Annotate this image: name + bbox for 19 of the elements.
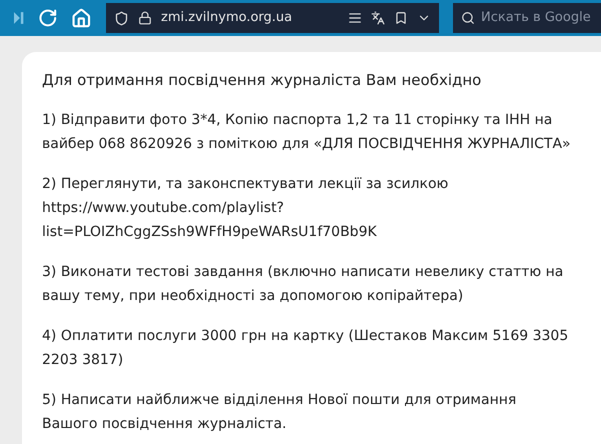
- instruction-step: 4) Оплатити послуги 3000 грн на картку (Шестаков Максим 5169 3305 2203 3817): [42, 324, 575, 372]
- sidebar-toggle-icon[interactable]: [14, 11, 24, 25]
- translate-icon[interactable]: [371, 11, 385, 25]
- search-field[interactable]: Искать в Google: [453, 3, 601, 33]
- address-bar[interactable]: zmi.zvilnymo.org.ua: [106, 3, 439, 33]
- reader-view-icon[interactable]: [348, 11, 362, 25]
- url-text: zmi.zvilnymo.org.ua: [161, 9, 294, 28]
- reload-icon[interactable]: [38, 8, 58, 28]
- shield-icon[interactable]: [114, 10, 130, 26]
- search-input[interactable]: Искать в Google: [481, 8, 601, 28]
- instruction-step: 1) Відправити фото 3*4, Копію паспорта 1,2 та 11 сторінку та ІНН на вайбер 068 8620926 з поміткою для «ДЛЯ ПОСВІДЧЕННЯ ЖУРНАЛІСТА»: [42, 108, 575, 156]
- lock-icon: [138, 11, 152, 25]
- bookmark-icon[interactable]: [394, 11, 408, 25]
- instruction-step: 5) Написати найближче відділення Нової пошти для отримання Вашого посвідчення журналіста.: [42, 388, 575, 436]
- home-icon[interactable]: [71, 8, 92, 28]
- card-title: Для отримання посвідчення журналіста Вам необхідно: [42, 70, 482, 91]
- instruction-step: 3) Виконати тестові завдання (включно написати невелику статтю на вашу тему, при необхідності за допомогою копірайтера): [42, 260, 575, 308]
- search-icon: [461, 11, 475, 25]
- instruction-step: 2) Переглянути, та законспектувати лекції за зсилкою https://www.youtube.com/playlist?list=PLOIZhCggZSsh9WFfH9peWARsU1f70Bb9K: [42, 172, 575, 244]
